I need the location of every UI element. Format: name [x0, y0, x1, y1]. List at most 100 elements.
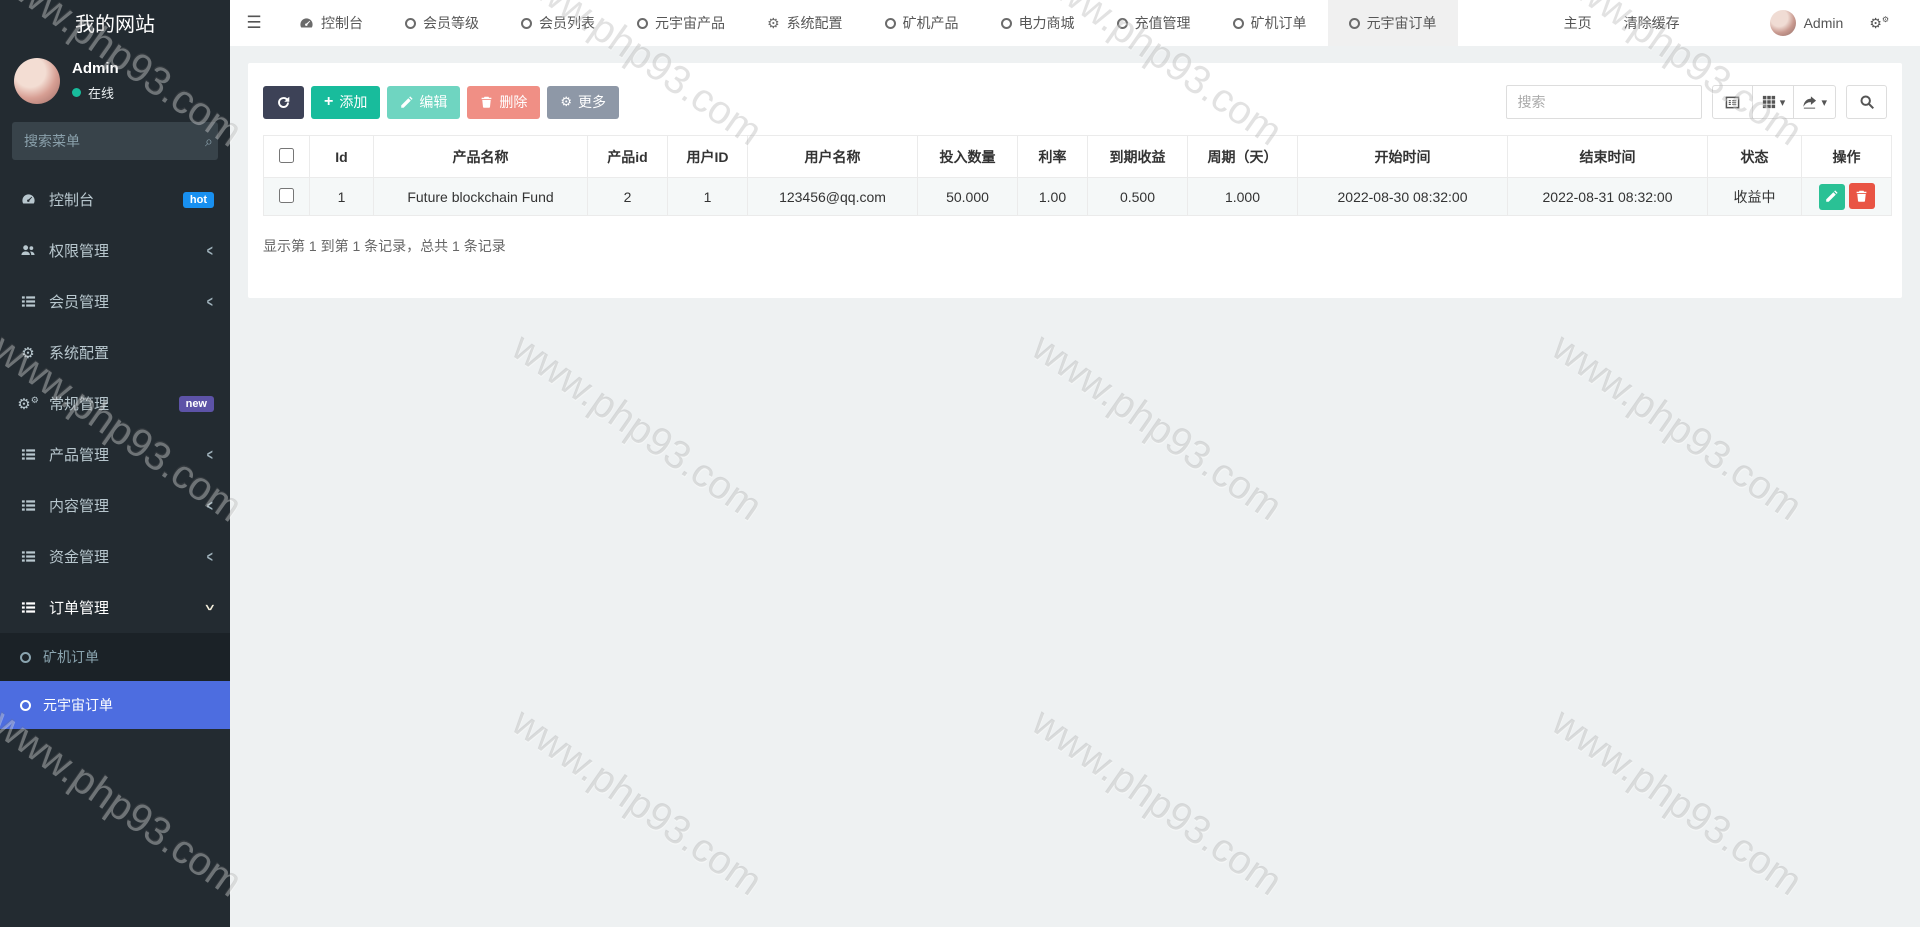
- sidebar-subitem-0[interactable]: 矿机订单: [0, 633, 230, 681]
- fullscreen-button[interactable]: [1725, 0, 1757, 46]
- online-dot-icon: [72, 88, 81, 97]
- tab-5[interactable]: 矿机产品: [864, 0, 980, 46]
- hamburger-icon[interactable]: ☰: [230, 0, 278, 46]
- site-title: 我的网站: [0, 0, 230, 50]
- search-icon[interactable]: ⌕: [205, 133, 213, 150]
- column-header[interactable]: 投入数量: [918, 136, 1018, 178]
- refresh-button[interactable]: [263, 86, 304, 119]
- top-navbar: ☰ 控制台 会员等级 会员列表元宇宙产品⚙系统配置矿机产品电力商城充值管理矿机订单元…: [230, 0, 1920, 46]
- tab-9[interactable]: 元宇宙订单: [1328, 0, 1458, 46]
- column-header[interactable]: 用户ID: [668, 136, 748, 178]
- row-delete-button[interactable]: [1849, 183, 1875, 209]
- column-header[interactable]: 到期收益: [1088, 136, 1188, 178]
- user-name: Admin: [1804, 15, 1844, 31]
- circle-icon: [20, 652, 31, 663]
- card-view-button[interactable]: [1712, 85, 1753, 119]
- more-button[interactable]: ⚙更多: [547, 86, 619, 119]
- sidebar-item-5[interactable]: 产品管理<: [0, 429, 230, 480]
- column-header[interactable]: 产品名称: [374, 136, 588, 178]
- list-icon: [16, 498, 40, 513]
- tab-0[interactable]: 控制台: [278, 0, 384, 46]
- circle-icon: [1001, 18, 1012, 29]
- sidebar-item-3[interactable]: ⚙系统配置: [0, 327, 230, 378]
- columns-button[interactable]: ▾: [1753, 85, 1794, 119]
- row-edit-button[interactable]: [1819, 184, 1845, 210]
- chevron-left-icon: <: [207, 293, 213, 311]
- table-cell: 1.000: [1188, 178, 1298, 216]
- column-header[interactable]: 用户名称: [748, 136, 918, 178]
- sidebar-item-label: 系统配置: [49, 342, 214, 363]
- table-cell: 0.500: [1088, 178, 1188, 216]
- clear-cache-link[interactable]: 清除缓存: [1605, 0, 1693, 46]
- column-header[interactable]: 周期（天）: [1188, 136, 1298, 178]
- sidebar-item-2[interactable]: 会员管理<: [0, 276, 230, 327]
- sidebar-item-0[interactable]: 控制台hot: [0, 174, 230, 225]
- column-header[interactable]: 产品id: [588, 136, 668, 178]
- sidebar-item-6[interactable]: 内容管理<: [0, 480, 230, 531]
- sidebar-item-7[interactable]: 资金管理<: [0, 531, 230, 582]
- badge-new: new: [179, 396, 214, 412]
- table-cell: 123456@qq.com: [748, 178, 918, 216]
- tab-7[interactable]: 充值管理: [1096, 0, 1212, 46]
- chevron-left-icon: <: [207, 548, 213, 566]
- sidebar-subitem-label: 矿机订单: [43, 647, 99, 667]
- column-header[interactable]: 开始时间: [1298, 136, 1508, 178]
- table-cell: 2: [588, 178, 668, 216]
- export-button[interactable]: ▾: [1794, 85, 1836, 119]
- cogs-icon: ⚙⚙: [1869, 15, 1889, 32]
- sidebar-item-1[interactable]: 权限管理<: [0, 225, 230, 276]
- button-label: 删除: [499, 92, 527, 112]
- user-status: 在线: [72, 83, 119, 102]
- table-cell: 收益中: [1708, 178, 1802, 216]
- tab-1[interactable]: 会员等级: [384, 0, 500, 46]
- delete-button[interactable]: 删除: [467, 86, 540, 119]
- sidebar-item-label: 产品管理: [49, 444, 206, 465]
- docs-button[interactable]: [1693, 0, 1725, 46]
- search-icon: [1859, 94, 1875, 110]
- tab-3[interactable]: 元宇宙产品: [616, 0, 746, 46]
- column-header[interactable]: 利率: [1018, 136, 1088, 178]
- sidebar-item-label: 资金管理: [49, 546, 206, 567]
- plus-icon: +: [324, 93, 333, 111]
- chevron-left-icon: <: [207, 497, 213, 515]
- column-header[interactable]: Id: [310, 136, 374, 178]
- gear-icon: ⚙: [767, 15, 780, 32]
- add-button[interactable]: +添加: [311, 86, 380, 119]
- search-submit-button[interactable]: [1846, 85, 1887, 119]
- menu-search: ⌕: [12, 122, 218, 160]
- tab-label: 会员等级: [423, 13, 479, 33]
- chevron-down-icon: ▾: [1821, 96, 1827, 109]
- table-cell: 1: [668, 178, 748, 216]
- menu-search-input[interactable]: [24, 133, 205, 149]
- data-panel: +添加编辑 删除 ⚙更多 ▾: [248, 63, 1902, 298]
- sidebar-item-4[interactable]: ⚙⚙常规管理new: [0, 378, 230, 429]
- table-header-row: Id产品名称产品id用户ID用户名称投入数量利率到期收益周期（天）开始时间结束时…: [264, 136, 1892, 178]
- trash-icon: [1855, 189, 1868, 203]
- circle-icon: [1117, 18, 1128, 29]
- sidebar-subitem-1[interactable]: 元宇宙订单: [0, 681, 230, 729]
- tab-2[interactable]: 会员列表: [500, 0, 616, 46]
- tab-4[interactable]: ⚙系统配置: [746, 0, 864, 46]
- tab-label: 控制台: [321, 13, 363, 33]
- tab-6[interactable]: 电力商城: [980, 0, 1096, 46]
- table-search-input[interactable]: [1517, 94, 1698, 110]
- sidebar-menu: 控制台hot权限管理<会员管理<⚙系统配置⚙⚙常规管理new产品管理<内容管理<…: [0, 174, 230, 729]
- dashboard-icon: [16, 192, 40, 207]
- select-all-checkbox[interactable]: [279, 148, 294, 163]
- column-header[interactable]: 操作: [1802, 136, 1892, 178]
- circle-icon: [405, 18, 416, 29]
- columns-grid-icon: [1762, 95, 1776, 109]
- tab-8[interactable]: 矿机订单: [1212, 0, 1328, 46]
- export-icon: [1802, 95, 1817, 110]
- column-header[interactable]: 结束时间: [1508, 136, 1708, 178]
- toolbar: +添加编辑 删除 ⚙更多 ▾: [263, 85, 1887, 119]
- user-menu[interactable]: Admin: [1757, 0, 1857, 46]
- column-header[interactable]: 状态: [1708, 136, 1802, 178]
- settings-button[interactable]: ⚙⚙: [1856, 0, 1908, 46]
- edit-button[interactable]: 编辑: [387, 86, 460, 119]
- sidebar-item-8[interactable]: 订单管理<: [0, 582, 230, 633]
- row-checkbox[interactable]: [279, 188, 294, 203]
- table-cell: 50.000: [918, 178, 1018, 216]
- view-button-group: ▾ ▾: [1712, 85, 1836, 119]
- home-link[interactable]: 主页: [1545, 0, 1605, 46]
